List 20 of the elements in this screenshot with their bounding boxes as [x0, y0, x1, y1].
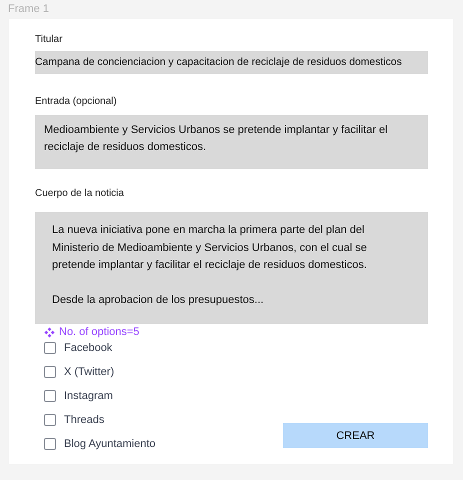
checkbox-label[interactable]: Threads [64, 414, 104, 426]
text-area[interactable]: La nueva iniciativa pone en marcha la primera parte del plan del Ministerio de Medioambiente y Servicios Urbanos, con el cual se pretende implantar y facilitar el reciclaje de residuos domesticos. Desde la aprobacion de los presupuestos... [35, 212, 428, 324]
field-label: Entrada (opcional) [35, 96, 118, 108]
field-label: Cuerpo de la noticia [35, 188, 125, 200]
input-field[interactable]: Campana de concienciacion y capacitacion de reciclaje de residuos domesticos [35, 51, 428, 74]
component-icon [44, 326, 55, 338]
checkbox-label[interactable]: Blog Ayuntamiento [64, 438, 156, 450]
checkbox[interactable] [44, 438, 56, 450]
checkbox[interactable] [44, 390, 56, 402]
variant-note: No. of options=5 [59, 325, 140, 339]
checkbox-label[interactable]: Instagram [64, 390, 113, 402]
checkbox[interactable] [44, 414, 56, 426]
input-field[interactable]: Medioambiente y Servicios Urbanos se pretende implantar y facilitar el reciclaje de residuos domesticos. [35, 115, 428, 169]
checkbox-label[interactable]: Facebook [64, 342, 112, 354]
checkbox[interactable] [44, 366, 56, 378]
create-button[interactable]: CREAR [283, 423, 428, 448]
checkbox-label[interactable]: X (Twitter) [64, 366, 114, 378]
checkbox[interactable] [44, 342, 56, 354]
frame-label: Frame 1 [8, 3, 50, 17]
field-label: Titular [35, 34, 64, 46]
